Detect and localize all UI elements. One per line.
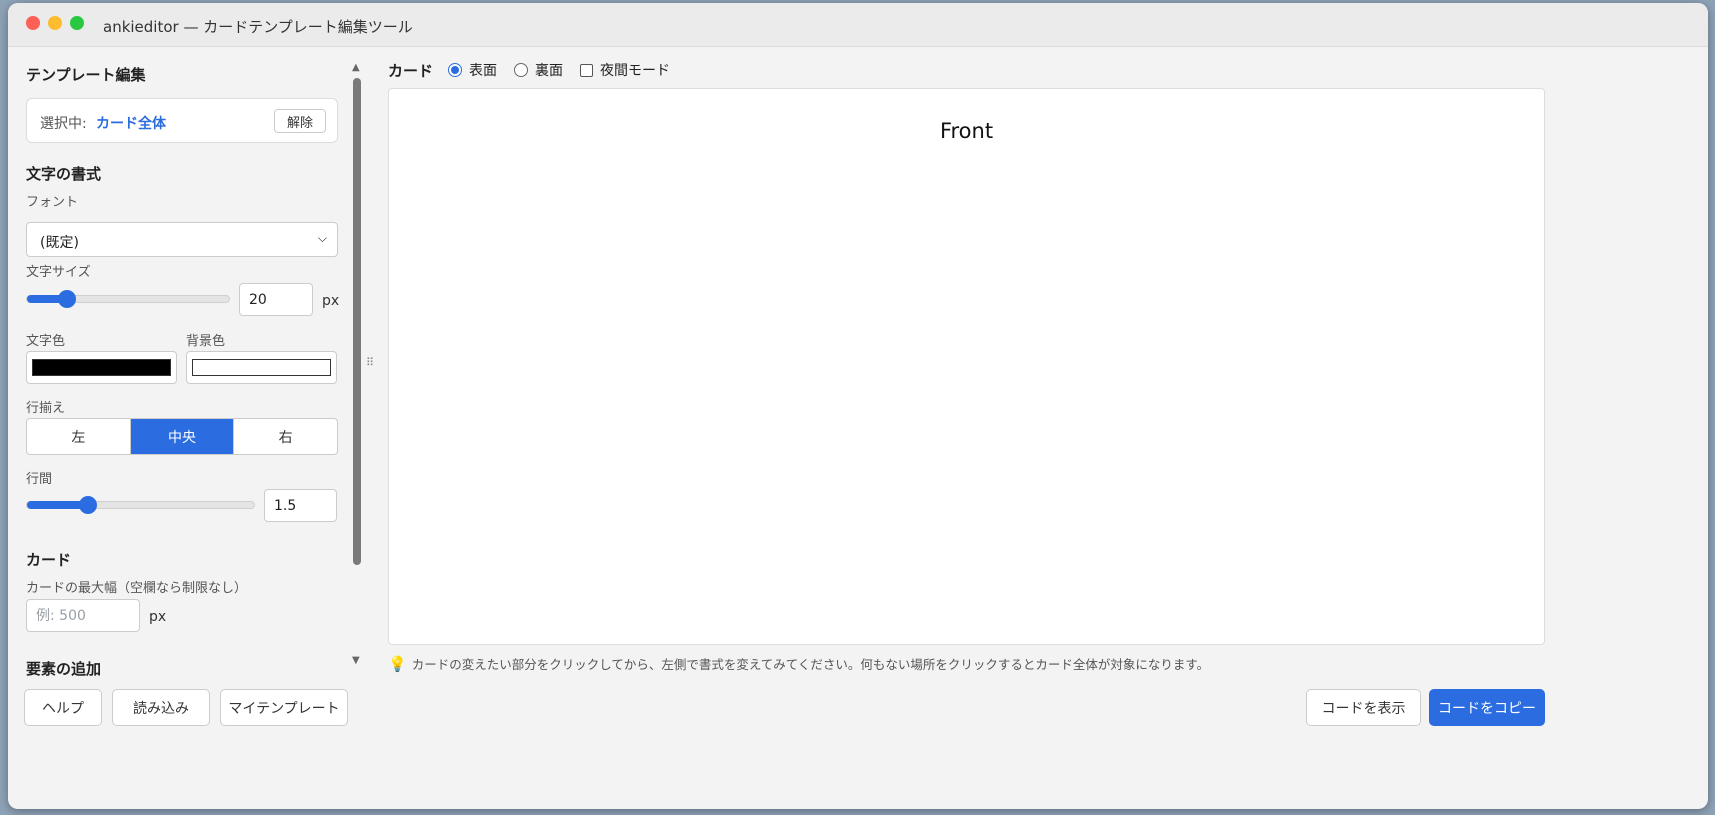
max-width-field[interactable] — [27, 600, 139, 631]
text-color-picker[interactable] — [26, 351, 177, 384]
max-width-label: カードの最大幅（空欄なら制限なし） — [26, 581, 248, 596]
back-radio-label: 裏面 — [535, 63, 564, 79]
release-selection-button[interactable]: 解除 — [274, 109, 326, 133]
night-mode-option[interactable]: 夜間モード — [580, 60, 670, 80]
font-select-value: (既定) — [40, 235, 79, 251]
text-format-title: 文字の書式 — [26, 165, 102, 183]
scrollbar-thumb[interactable] — [353, 78, 361, 565]
font-size-label: 文字サイズ — [26, 265, 91, 280]
grip-icon[interactable]: ⠿ — [366, 356, 374, 369]
front-radio-label: 表面 — [469, 63, 498, 79]
maximize-window-button[interactable] — [70, 16, 84, 30]
copy-code-button[interactable]: コードをコピー — [1429, 689, 1545, 726]
template-edit-title: テンプレート編集 — [26, 66, 146, 84]
selection-box: 選択中: カード全体 解除 — [26, 98, 338, 143]
line-height-slider[interactable] — [26, 496, 255, 514]
scroll-up-icon[interactable]: ▲ — [352, 62, 360, 73]
selection-prefix: 選択中: — [40, 116, 87, 132]
window-title: ankieditor — カードテンプレート編集ツール — [103, 18, 413, 36]
font-size-unit: px — [322, 293, 340, 309]
align-label: 行揃え — [26, 401, 66, 416]
font-select[interactable]: (既定) ⌵ — [26, 222, 338, 257]
bg-color-label: 背景色 — [186, 334, 226, 349]
my-templates-button[interactable]: マイテンプレート — [220, 689, 348, 726]
line-height-slider-thumb[interactable] — [79, 496, 98, 514]
night-mode-label: 夜間モード — [600, 63, 671, 79]
max-width-unit: px — [149, 609, 167, 625]
minimize-window-button[interactable] — [48, 16, 62, 30]
back-radio[interactable] — [514, 63, 529, 77]
hint-text: 💡 カードの変えたい部分をクリックしてから、左側で書式を変えてみてください。何も… — [388, 654, 1209, 673]
card-preview[interactable]: Front — [388, 88, 1545, 645]
scroll-down-icon[interactable]: ▼ — [352, 655, 360, 666]
font-size-slider-thumb[interactable] — [58, 290, 77, 308]
hint-message: カードの変えたい部分をクリックしてから、左側で書式を変えてみてください。何もない… — [411, 657, 1210, 672]
app-window: ankieditor — カードテンプレート編集ツール テンプレート編集 選択中… — [8, 3, 1708, 809]
card-section-title: カード — [26, 551, 72, 569]
max-width-input[interactable] — [26, 599, 140, 632]
chevron-down-icon: ⌵ — [317, 231, 327, 245]
font-label: フォント — [26, 195, 79, 210]
preview-toolbar: カード 表面 裏面 夜間モード — [388, 58, 687, 82]
align-left-button[interactable]: 左 — [27, 419, 131, 454]
sidebar: テンプレート編集 選択中: カード全体 解除 文字の書式 フォント (既定) ⌵… — [8, 58, 358, 728]
text-color-label: 文字色 — [26, 334, 66, 349]
lightbulb-icon: 💡 — [388, 654, 407, 673]
back-side-option[interactable]: 裏面 — [514, 60, 563, 80]
help-button[interactable]: ヘルプ — [24, 689, 102, 726]
title-bar: ankieditor — カードテンプレート編集ツール — [8, 3, 1708, 47]
preview-front-text[interactable]: Front — [389, 119, 1544, 143]
line-height-label: 行間 — [26, 472, 53, 487]
line-height-input[interactable]: 1.5 — [264, 489, 337, 522]
bg-color-picker[interactable] — [186, 351, 337, 384]
align-segmented-control: 左 中央 右 — [26, 418, 338, 455]
import-button[interactable]: 読み込み — [112, 689, 210, 726]
close-window-button[interactable] — [26, 16, 40, 30]
align-center-button[interactable]: 中央 — [130, 419, 235, 454]
align-right-button[interactable]: 右 — [234, 419, 337, 454]
show-code-button[interactable]: コードを表示 — [1306, 689, 1421, 726]
card-label: カード — [388, 61, 434, 80]
font-size-slider[interactable] — [26, 290, 230, 308]
front-side-option[interactable]: 表面 — [448, 60, 497, 80]
bg-color-swatch — [192, 359, 331, 376]
text-color-swatch — [32, 359, 171, 376]
add-element-title: 要素の追加 — [26, 660, 102, 678]
night-mode-checkbox[interactable] — [580, 63, 594, 77]
selection-value: カード全体 — [96, 116, 166, 132]
font-size-input[interactable]: 20 — [239, 283, 313, 316]
sidebar-scrollbar[interactable]: ▲ ▼ — [348, 58, 366, 670]
front-radio[interactable] — [448, 63, 463, 77]
